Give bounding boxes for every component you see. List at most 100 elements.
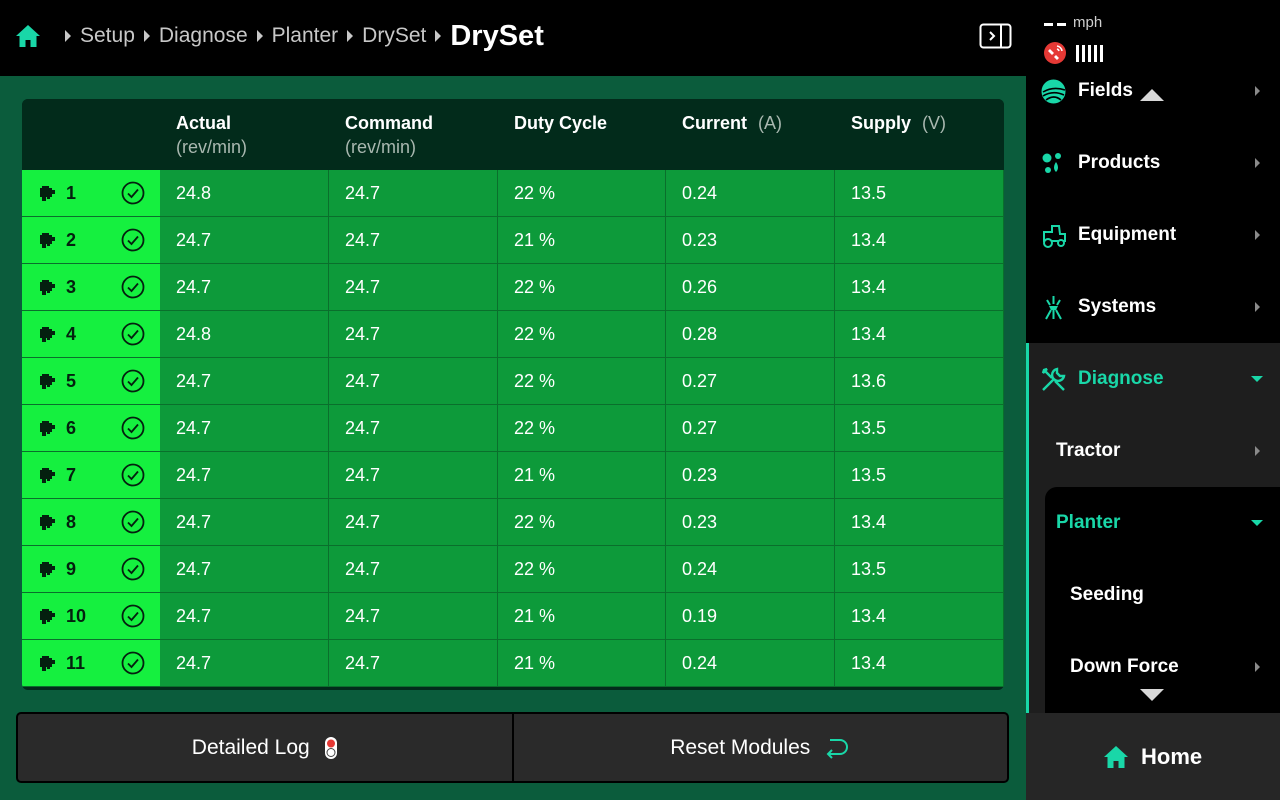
- column-header-duty-cycle: Duty Cycle: [514, 111, 607, 135]
- cell-value: 0.19: [682, 606, 718, 626]
- cell-value: 24.7: [345, 371, 381, 391]
- column-header-current: Current (A): [682, 111, 782, 135]
- fields-icon: [1041, 79, 1066, 104]
- row-number: 4: [66, 324, 77, 344]
- action-bar: Detailed Log Reset Modules: [16, 712, 1009, 783]
- check-circle-icon: [121, 416, 145, 440]
- table-body: 1 24.8 24.7 22 % 0.24 13.5 2 24.7 24.7 21 % 0.23 13…: [22, 170, 1004, 690]
- cell-value: 24.7: [176, 559, 212, 579]
- column-title: Command: [345, 113, 434, 133]
- chevron-right-icon: [1255, 446, 1260, 456]
- cell-value: 13.4: [851, 653, 887, 673]
- scroll-up-icon[interactable]: [1140, 89, 1164, 101]
- speed-value: [1044, 23, 1066, 26]
- row-number: 5: [66, 371, 77, 391]
- table-row: 10 24.7 24.7 21 % 0.19 13.4: [22, 593, 1004, 640]
- sidebar-item-diagnose[interactable]: Diagnose: [1026, 343, 1280, 415]
- sidebar-label: Products: [1078, 152, 1161, 173]
- cell-value: 24.7: [345, 324, 381, 344]
- row-status-cell: 5: [22, 358, 160, 405]
- row-status-cell: 6: [22, 405, 160, 452]
- table-cell-command: 24.7: [329, 499, 498, 546]
- home-button[interactable]: Home: [1026, 713, 1280, 800]
- detailed-log-label: Detailed Log: [191, 735, 310, 759]
- table-cell-actual: 24.7: [160, 546, 329, 593]
- table-cell-actual: 24.7: [160, 499, 329, 546]
- meter-icon: [40, 468, 55, 483]
- cell-value: 13.4: [851, 324, 887, 344]
- table-cell-actual: 24.7: [160, 217, 329, 264]
- reset-modules-button[interactable]: Reset Modules: [511, 714, 1008, 781]
- column-unit: (V): [922, 113, 947, 133]
- column-title: Actual: [176, 113, 232, 133]
- dryset-table: Actual (rev/min) Command (rev/min) Duty …: [22, 99, 1004, 690]
- table-cell-duty: 22 %: [498, 405, 666, 452]
- page-title: DrySet: [450, 19, 544, 52]
- table-cell-actual: 24.7: [160, 264, 329, 311]
- status-light-icon: [324, 736, 337, 759]
- meter-icon: [40, 609, 55, 624]
- check-circle-icon: [121, 275, 145, 299]
- table-cell-command: 24.7: [329, 546, 498, 593]
- table-cell-command: 24.7: [329, 264, 498, 311]
- cell-value: 21 %: [514, 606, 556, 626]
- check-circle-icon: [121, 463, 145, 487]
- detailed-log-button[interactable]: Detailed Log: [18, 714, 512, 781]
- table-cell-duty: 22 %: [498, 546, 666, 593]
- cell-value: 0.24: [682, 559, 718, 579]
- cell-value: 24.7: [345, 606, 381, 626]
- chevron-right-icon: [1255, 302, 1260, 312]
- cell-value: 24.7: [345, 465, 381, 485]
- column-title: Current: [682, 113, 748, 133]
- table-row: 7 24.7 24.7 21 % 0.23 13.5: [22, 452, 1004, 499]
- cell-value: 22 %: [514, 512, 556, 532]
- column-header-actual: Actual (rev/min): [176, 111, 247, 159]
- cell-value: 21 %: [514, 230, 556, 250]
- sidebar-item-equipment[interactable]: Equipment: [1026, 199, 1280, 271]
- cell-value: 22 %: [514, 324, 556, 344]
- sidebar-label: Diagnose: [1078, 368, 1164, 389]
- table-cell-command: 24.7: [329, 217, 498, 264]
- cell-value: 0.24: [682, 183, 718, 203]
- sidebar-item-products[interactable]: Products: [1026, 127, 1280, 199]
- breadcrumb: Setup Diagnose Planter DrySet DrySet: [56, 20, 544, 52]
- breadcrumb-planter[interactable]: Planter: [272, 24, 339, 48]
- cell-value: 24.8: [176, 183, 212, 203]
- breadcrumb-separator-icon: [65, 30, 71, 42]
- column-title: Supply: [851, 113, 912, 133]
- sidebar-label: Seeding: [1070, 584, 1144, 605]
- column-title: Duty Cycle: [514, 113, 608, 133]
- cell-value: 24.8: [176, 324, 212, 344]
- home-icon[interactable]: [15, 23, 41, 49]
- cell-value: 0.26: [682, 277, 718, 297]
- planter-expanded-group: Planter Seeding Down Force: [1045, 487, 1280, 713]
- scroll-down-icon[interactable]: [1140, 689, 1164, 701]
- sidebar-item-systems[interactable]: Systems: [1026, 271, 1280, 343]
- column-unit: (rev/min): [176, 137, 247, 157]
- panel-toggle-icon[interactable]: [979, 23, 1012, 49]
- sidebar-subitem-seeding[interactable]: Seeding: [1045, 559, 1280, 631]
- meter-icon: [40, 280, 55, 295]
- cell-value: 13.4: [851, 512, 887, 532]
- table-row: 6 24.7 24.7 22 % 0.27 13.5: [22, 405, 1004, 452]
- sidebar-subitem-tractor[interactable]: Tractor: [1026, 415, 1280, 487]
- column-unit: (rev/min): [345, 137, 416, 157]
- cell-value: 24.7: [345, 653, 381, 673]
- table-row: 5 24.7 24.7 22 % 0.27 13.6: [22, 358, 1004, 405]
- row-status-cell: 1: [22, 170, 160, 217]
- sidebar-subitem-planter[interactable]: Planter: [1045, 487, 1280, 559]
- breadcrumb-dryset[interactable]: DrySet: [362, 24, 426, 48]
- products-icon: [1042, 153, 1061, 173]
- breadcrumb-diagnose[interactable]: Diagnose: [159, 24, 248, 48]
- cell-value: 0.27: [682, 371, 718, 391]
- table-cell-current: 0.24: [666, 640, 835, 687]
- row-number: 9: [66, 559, 77, 579]
- cell-value: 13.4: [851, 606, 887, 626]
- row-status-cell: 4: [22, 311, 160, 358]
- table-cell-supply: 13.4: [835, 499, 1004, 546]
- table-cell-duty: 22 %: [498, 170, 666, 217]
- cell-value: 0.24: [682, 653, 718, 673]
- cell-value: 13.5: [851, 418, 887, 438]
- row-number: 10: [66, 606, 87, 626]
- breadcrumb-setup[interactable]: Setup: [80, 24, 135, 48]
